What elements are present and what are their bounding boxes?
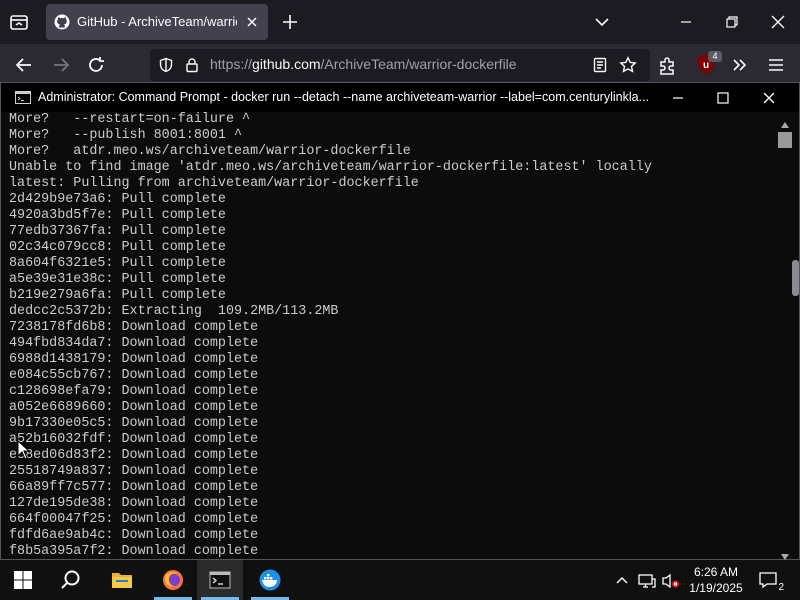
firefox-icon — [162, 569, 184, 591]
cmd-taskbar-icon — [209, 569, 231, 591]
chevron-down-icon[interactable] — [593, 13, 611, 31]
cmd-title: Administrator: Command Prompt - docker r… — [38, 90, 649, 104]
folder-icon — [111, 569, 133, 591]
page-scrollbar-thumb[interactable] — [792, 260, 799, 296]
console-line: a52b16032fdf: Download complete — [9, 432, 259, 447]
cmd-minimize-icon[interactable] — [669, 89, 687, 107]
url-path: /ArchiveTeam/warrior-dockerfile — [320, 56, 517, 72]
bookmark-star-icon[interactable] — [619, 56, 637, 74]
console-line: a5e39e31e38c: Pull complete — [9, 272, 226, 287]
scroll-up-arrow-icon[interactable] — [780, 116, 790, 128]
console-line: More? --publish 8001:8001 ^ — [9, 128, 243, 143]
windows-logo-icon — [12, 569, 34, 591]
close-tab-icon[interactable] — [244, 14, 260, 30]
docker-icon — [259, 569, 281, 591]
overflow-chevron-icon[interactable] — [729, 54, 751, 76]
console-line: Unable to find image 'atdr.meo.ws/archiv… — [9, 160, 652, 175]
clock-time: 6:26 AM — [693, 565, 739, 579]
console-line: f8b5a395a7f2: Download complete — [9, 544, 259, 558]
console-line: 4920a3bd5f7e: Pull complete — [9, 208, 226, 223]
address-bar[interactable]: https://github.com/ArchiveTeam/warrior-d… — [150, 49, 650, 81]
taskbar-command-prompt[interactable] — [197, 560, 243, 600]
extension-badge: 4 — [708, 51, 722, 62]
console-line: 7238178fd6b8: Download complete — [9, 320, 259, 335]
console-line: 6988d1438179: Download complete — [9, 352, 259, 367]
console-line: 2d429b9e73a6: Pull complete — [9, 192, 226, 207]
forward-arrow-icon[interactable] — [50, 54, 72, 76]
taskbar-docker[interactable] — [247, 560, 293, 600]
console-line: 25518749a837: Download complete — [9, 464, 259, 479]
tab-title: GitHub - ArchiveTeam/warrior-d — [77, 14, 237, 29]
url-host: github.com — [252, 56, 321, 72]
console-scrollbar[interactable] — [775, 112, 797, 560]
taskbar-search-button[interactable] — [48, 560, 94, 600]
scroll-down-arrow-icon[interactable] — [780, 548, 790, 560]
github-icon — [54, 14, 70, 30]
taskbar-firefox[interactable] — [150, 560, 196, 600]
chevron-up-icon[interactable] — [614, 573, 630, 589]
console-line: More? atdr.meo.ws/archiveteam/warrior-do… — [9, 144, 411, 159]
console-line: 664f00047f25: Download complete — [9, 512, 259, 527]
console-line: a052e6689660: Download complete — [9, 400, 259, 415]
shield-icon[interactable] — [158, 57, 174, 73]
network-icon[interactable] — [638, 573, 656, 589]
taskbar: 6:26 AM 1/19/2025 2 — [0, 560, 800, 600]
cmd-close-icon[interactable] — [760, 89, 778, 107]
console-line: 8a604f6321e5: Pull complete — [9, 256, 226, 271]
console-line: c128698efa79: Download complete — [9, 384, 259, 399]
clock-date: 1/19/2025 — [689, 581, 743, 595]
taskbar-clock[interactable]: 6:26 AM 1/19/2025 — [684, 564, 748, 596]
console-line: More? --restart=on-failure ^ — [9, 112, 251, 127]
new-tab-icon[interactable] — [280, 12, 300, 32]
browser-tab-github[interactable]: GitHub - ArchiveTeam/warrior-d — [46, 4, 268, 40]
console-line: 02c34c079cc8: Pull complete — [9, 240, 226, 255]
browser-navbar: https://github.com/ArchiveTeam/warrior-d… — [0, 44, 800, 86]
console-line: b219e279a6fa: Pull complete — [9, 288, 226, 303]
console-line: 66a89ff7c577: Download complete — [9, 480, 259, 495]
console-line: fdfd6ae9ab4c: Download complete — [9, 528, 259, 543]
console-line: 494fbd834da7: Download complete — [9, 336, 259, 351]
console-output[interactable]: More? --restart=on-failure ^ More? --publ… — [9, 112, 773, 558]
speaker-muted-icon[interactable] — [662, 573, 679, 589]
hamburger-menu-icon[interactable] — [765, 54, 787, 76]
minimize-icon[interactable] — [676, 12, 696, 32]
lock-icon[interactable] — [184, 57, 200, 73]
start-button[interactable] — [0, 560, 46, 600]
scrollbar-thumb[interactable] — [778, 132, 792, 148]
cmd-icon — [15, 91, 31, 104]
taskbar-file-explorer[interactable] — [99, 560, 145, 600]
cmd-titlebar[interactable]: Administrator: Command Prompt - docker r… — [1, 83, 799, 112]
console-line: latest: Pulling from archiveteam/warrior… — [9, 176, 419, 191]
console-line: e084c55cb767: Download complete — [9, 368, 259, 383]
restore-icon[interactable] — [722, 12, 742, 32]
console-line: 9b17330e05c5: Download complete — [9, 416, 259, 431]
browser-tabbar: GitHub - ArchiveTeam/warrior-d — [0, 0, 800, 44]
cmd-maximize-icon[interactable] — [714, 89, 732, 107]
console-line: 127de195de38: Download complete — [9, 496, 259, 511]
console-line: dedcc2c5372b: Extracting 109.2MB/113.2MB — [9, 304, 339, 319]
search-icon — [60, 569, 82, 591]
mouse-pointer-icon — [17, 439, 31, 460]
svg-text:u: u — [703, 60, 709, 71]
url-scheme: https:// — [210, 56, 253, 72]
console-line: 77edb37367fa: Pull complete — [9, 224, 226, 239]
notification-count: 2 — [778, 582, 784, 593]
command-prompt-window[interactable]: Administrator: Command Prompt - docker r… — [0, 82, 800, 560]
console-line: ec8ed06d83f2: Download complete — [9, 448, 259, 463]
reader-view-icon[interactable] — [592, 57, 608, 73]
url-text: https://github.com/ArchiveTeam/warrior-d… — [210, 56, 517, 72]
ublock-origin-icon[interactable]: u 4 — [696, 51, 722, 75]
list-all-tabs-icon[interactable] — [8, 11, 30, 33]
back-arrow-icon[interactable] — [13, 54, 35, 76]
notification-center-icon[interactable]: 2 — [758, 571, 784, 593]
reload-icon[interactable] — [85, 54, 107, 76]
close-window-icon[interactable] — [768, 12, 788, 32]
extensions-puzzle-icon[interactable] — [657, 54, 679, 76]
